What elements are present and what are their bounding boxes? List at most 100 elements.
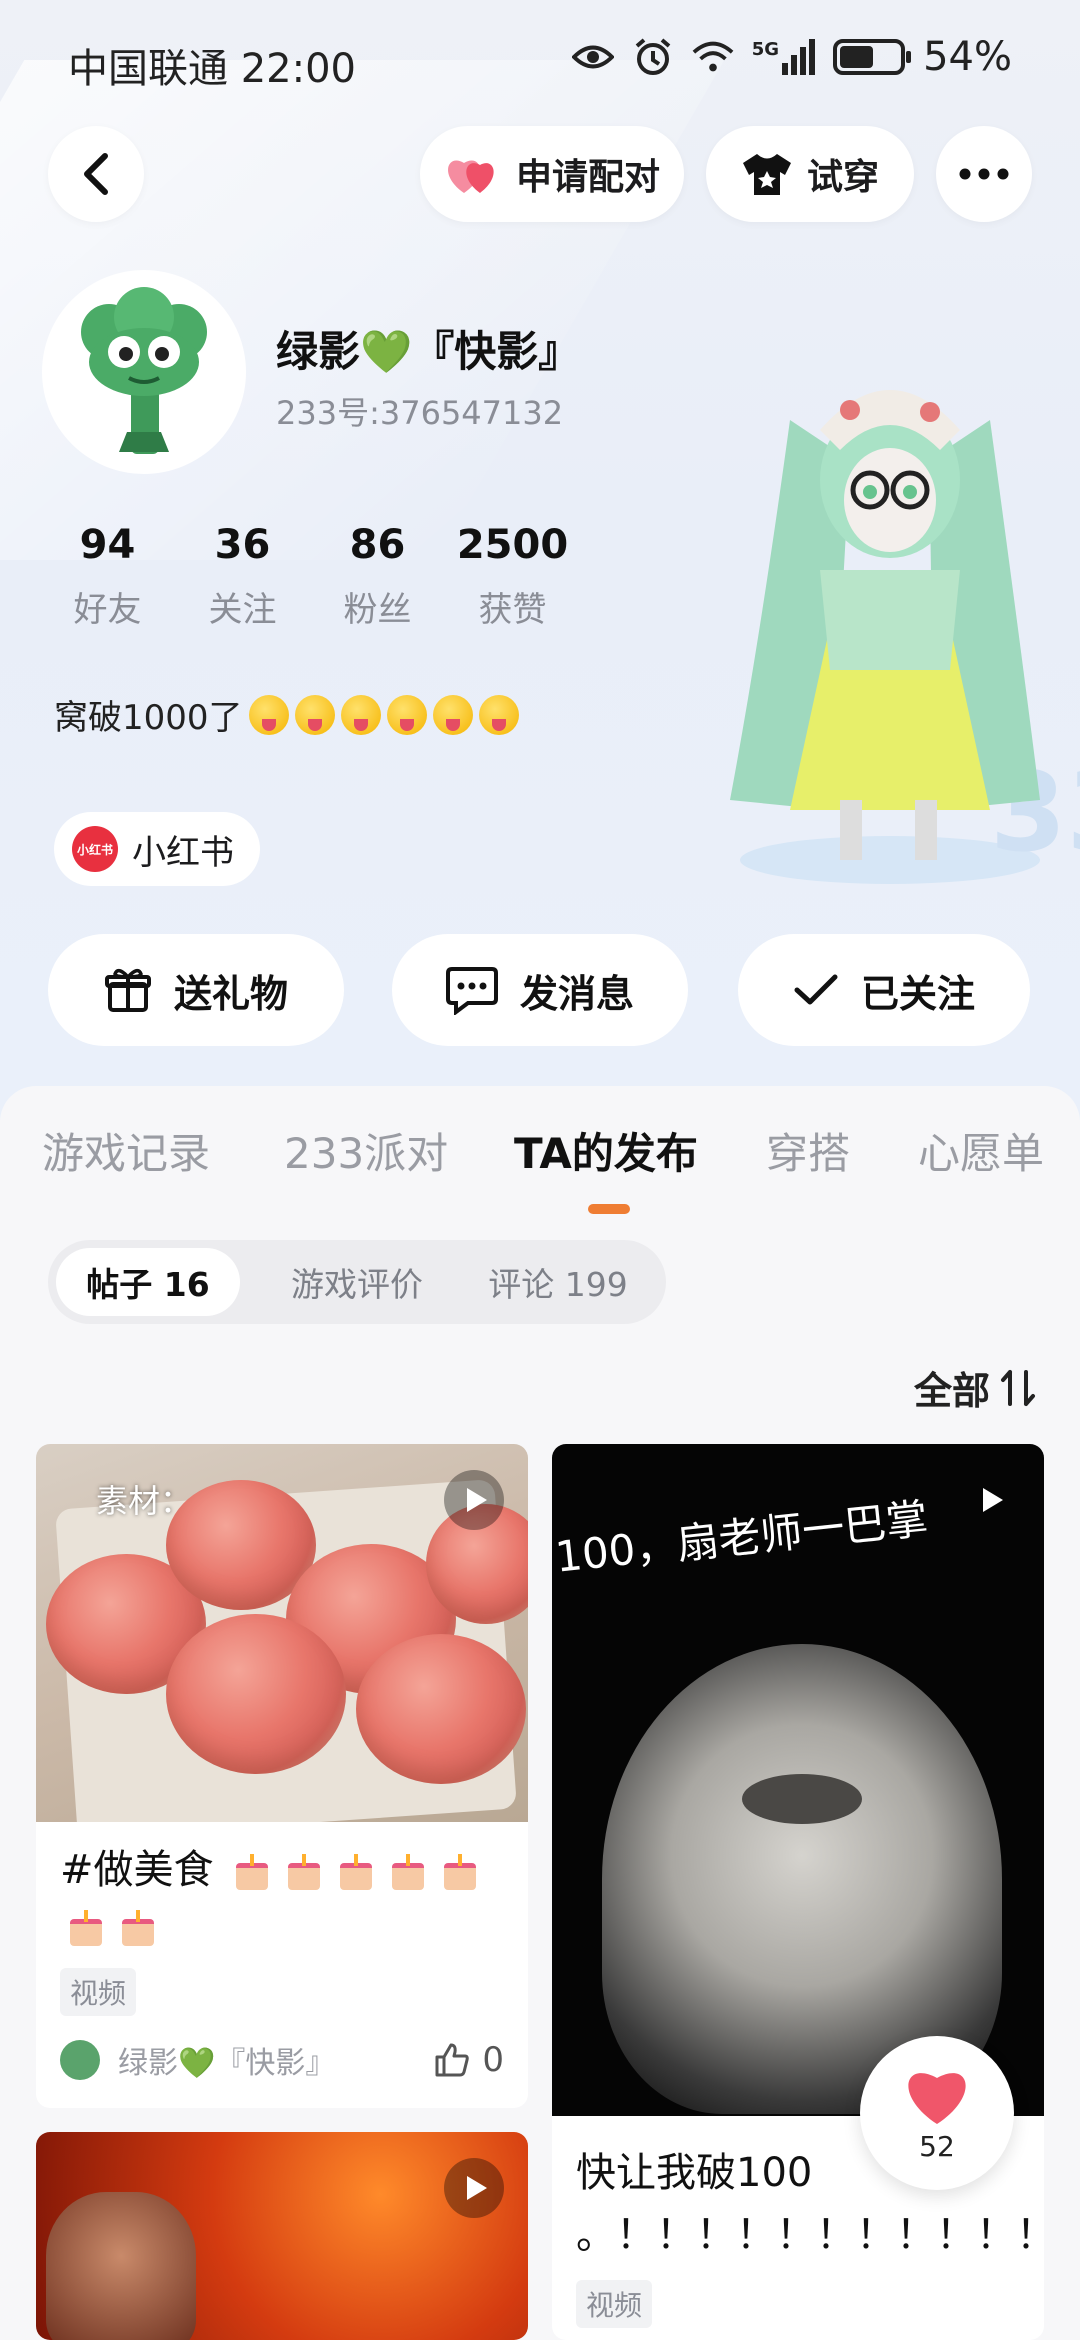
post-thumbnail: 素材： — [36, 1444, 528, 1822]
sort-label: 全部 — [913, 1369, 990, 1413]
profile-stats: 94 好友 36 关注 86 粉丝 2500 获赞 — [40, 522, 580, 631]
tongue-emoji-icon — [248, 694, 289, 735]
stat-label: 粉丝 — [343, 590, 412, 630]
bio-emojis — [248, 694, 519, 735]
stat-label: 关注 — [208, 590, 277, 630]
cake-emoji-icon — [336, 1852, 376, 1892]
character-figure-icon: 33 — [730, 390, 1080, 884]
tongue-emoji-icon — [294, 694, 335, 735]
status-icons: 5G 54% — [571, 34, 1012, 80]
stat-label: 获赞 — [478, 590, 547, 630]
active-tab-indicator — [588, 1204, 630, 1214]
followed-label: 已关注 — [860, 971, 975, 1016]
cake-emoji-icon — [118, 1908, 158, 1948]
tab-posts[interactable]: TA的发布 — [514, 1120, 698, 1181]
play-icon — [444, 2158, 504, 2218]
eye-icon — [571, 36, 614, 78]
send-message-button[interactable]: 发消息 — [392, 934, 688, 1046]
pair-label: 申请配对 — [515, 157, 660, 198]
stat-followers[interactable]: 86 粉丝 — [310, 522, 445, 631]
cake-emoji-icon — [66, 1908, 106, 1948]
tongue-emoji-icon — [432, 694, 473, 735]
sort-dropdown[interactable]: 全部 — [914, 1360, 1038, 1415]
send-message-label: 发消息 — [519, 971, 634, 1016]
tshirt-icon — [742, 154, 791, 195]
profile-name: 绿影💚『快影』 — [276, 327, 581, 376]
post-thumbnail: 100，扇老师一巴掌 — [552, 1444, 1044, 2116]
tab-wishlist[interactable]: 心愿单 — [918, 1120, 1044, 1181]
chevron-left-icon — [84, 153, 108, 195]
like-count: 0 — [482, 2040, 504, 2080]
xiaohongshu-link[interactable]: 小红书 小红书 — [54, 812, 260, 886]
post-card[interactable]: 100，扇老师一巴掌 快让我破100 。！！！！！！！！！！！ 视频 — [552, 1444, 1044, 2340]
author-avatar[interactable] — [60, 2040, 100, 2080]
bio-text: 窝破1000了 — [54, 698, 243, 738]
try-on-label: 试穿 — [806, 157, 879, 198]
post-card[interactable]: 素材： #做美食 视频 绿影💚『快影』 0 — [36, 1444, 528, 2108]
tongue-emoji-icon — [478, 694, 519, 735]
post-title: #做美食 — [36, 1822, 528, 1954]
battery-percent: 54% — [923, 34, 1012, 80]
send-gift-button[interactable]: 送礼物 — [48, 934, 344, 1046]
request-pair-button[interactable]: 申请配对 — [420, 126, 684, 222]
send-gift-label: 送礼物 — [173, 971, 288, 1016]
back-button[interactable] — [48, 126, 144, 222]
stat-label: 好友 — [73, 590, 142, 630]
stat-value: 86 — [349, 522, 406, 568]
wifi-icon — [692, 36, 734, 78]
thumbs-up-icon — [435, 2043, 470, 2077]
alarm-icon — [632, 36, 674, 78]
stat-value: 36 — [214, 522, 271, 568]
profile-bio: 窝破1000了 — [54, 690, 519, 739]
segment-comments[interactable]: 评论 199 — [468, 1248, 648, 1316]
stat-value: 2500 — [456, 522, 569, 568]
post-tag: 视频 — [576, 2280, 653, 2328]
segment-posts[interactable]: 帖子 16 — [56, 1248, 240, 1316]
play-icon — [960, 1470, 1020, 1530]
profile-uid[interactable]: 233号:376547132 — [276, 388, 563, 434]
cake-emoji-icon — [388, 1852, 428, 1892]
floating-like-count: 52 — [919, 2129, 955, 2163]
stat-friends[interactable]: 94 好友 — [40, 522, 175, 631]
try-on-button[interactable]: 试穿 — [706, 126, 914, 222]
cake-emoji-icon — [284, 1852, 324, 1892]
avatar[interactable] — [42, 270, 246, 474]
post-author: 绿影💚『快影』 0 — [60, 2038, 504, 2082]
post-type-segment: 帖子 16 游戏评价 评论 199 — [48, 1240, 666, 1324]
stat-likes: 2500 获赞 — [445, 522, 580, 631]
thumbnail-overlay-text: 素材： — [96, 1482, 193, 1520]
like-button[interactable]: 0 — [434, 2040, 504, 2080]
tab-game-records[interactable]: 游戏记录 — [42, 1120, 210, 1181]
more-button[interactable] — [936, 126, 1032, 222]
followed-button[interactable]: 已关注 — [738, 934, 1030, 1046]
floating-like-button[interactable]: 52 — [860, 2036, 1014, 2190]
gift-icon — [104, 968, 151, 1012]
post-tag: 视频 — [60, 1968, 137, 2016]
tab-233-party[interactable]: 233派对 — [284, 1120, 448, 1181]
author-name: 绿影💚『快影』 — [118, 2046, 336, 2081]
tab-outfits[interactable]: 穿搭 — [766, 1120, 850, 1181]
more-dots-icon — [959, 168, 1009, 180]
battery-icon — [833, 39, 912, 75]
tongue-emoji-icon — [386, 694, 427, 735]
carrier-time: 中国联通 22:00 — [68, 46, 356, 92]
post-card[interactable] — [36, 2132, 528, 2340]
stat-following[interactable]: 36 关注 — [175, 522, 310, 631]
hearts-icon — [448, 160, 494, 193]
cake-emoji-icon — [440, 1852, 480, 1892]
sort-arrows-icon — [1001, 1369, 1035, 1406]
xiaohongshu-label: 小红书 — [132, 832, 234, 873]
xiaohongshu-logo-icon: 小红书 — [72, 826, 118, 872]
checkmark-icon — [794, 974, 838, 1005]
chat-bubble-icon — [445, 967, 498, 1015]
heart-icon — [908, 2072, 966, 2124]
profile-tabs: 游戏记录 233派对 TA的发布 穿搭 心愿单 — [0, 1120, 1080, 1220]
segment-game-reviews[interactable]: 游戏评价 — [262, 1248, 452, 1316]
avatar-3d-figure[interactable]: 33 — [690, 340, 1080, 900]
tongue-emoji-icon — [340, 694, 381, 735]
stat-value: 94 — [79, 522, 136, 568]
play-icon — [444, 1470, 504, 1530]
status-bar: 中国联通 22:00 5G 54% — [0, 0, 1080, 120]
cake-emoji-icon — [232, 1852, 272, 1892]
broccoli-avatar-icon — [81, 287, 207, 454]
